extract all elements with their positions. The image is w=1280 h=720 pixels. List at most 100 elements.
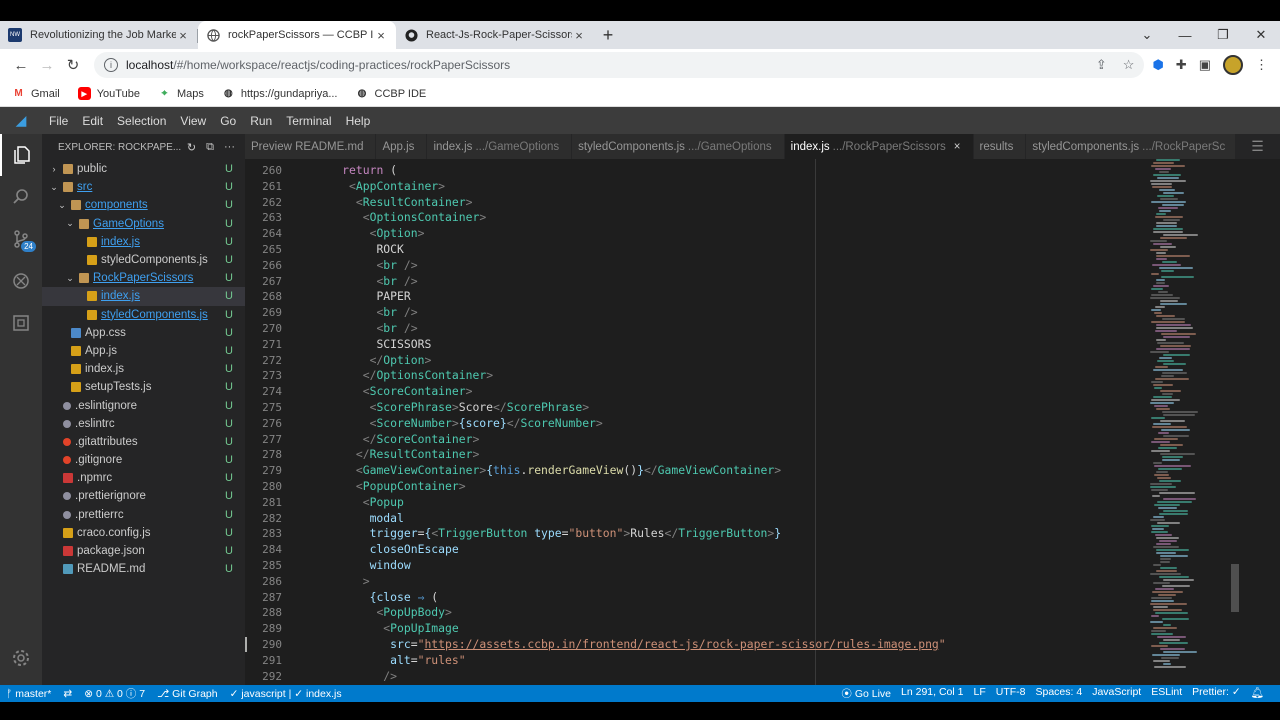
forward-arrow-icon[interactable]: → xyxy=(34,57,60,74)
code-line[interactable]: </ScoreContainer> xyxy=(301,432,1235,448)
language-check[interactable]: ✓ javascript | ✓ index.js xyxy=(230,688,342,700)
restore-window-icon[interactable]: ❐ xyxy=(1204,27,1242,43)
code-editor[interactable]: 260 261 262 263 264 265 266 267 268 269 270 271 272 2… xyxy=(245,159,1235,685)
tree-item[interactable]: .eslintignore U xyxy=(42,396,245,414)
address-bar[interactable]: i localhost/#/home/workspace/reactjs/cod… xyxy=(94,52,1145,78)
code-line[interactable]: /> xyxy=(301,669,1235,685)
tree-item[interactable]: .prettierignore U xyxy=(42,487,245,505)
browser-tab-github[interactable]: React-Js-Rock-Paper-Scissors/Ap × xyxy=(396,21,594,49)
code-line[interactable]: closeOnEscape xyxy=(301,542,1235,558)
editor-scrollbar[interactable] xyxy=(1230,159,1240,685)
eslint-status[interactable]: ESLint xyxy=(1151,686,1182,701)
chrome-menu-icon[interactable]: ⋮ xyxy=(1255,57,1268,73)
code-line[interactable]: <OptionsContainer> xyxy=(301,210,1235,226)
sync-icon[interactable]: ⇄ xyxy=(63,688,72,700)
close-tab-icon[interactable]: × xyxy=(176,28,190,43)
split-layout-icon[interactable]: ☰ xyxy=(1235,134,1280,159)
extension-icon[interactable]: ⬢ xyxy=(1152,57,1163,73)
code-line[interactable]: src= "https://assets.ccbp.in/frontend/rea… xyxy=(245,636,1235,653)
bookmark-gundapriya[interactable]: ◍ https://gundapriya... xyxy=(222,87,338,100)
extensions-puzzle-icon[interactable]: ✚ xyxy=(1176,57,1187,73)
code-line[interactable]: <ScorePhrase>Score</ScorePhrase> xyxy=(301,400,1235,416)
code-line[interactable]: <br /> xyxy=(301,305,1235,321)
scrollbar-thumb[interactable] xyxy=(1231,564,1239,612)
code-line[interactable]: <ResultContainer> xyxy=(301,195,1235,211)
tree-item[interactable]: .prettierrc U xyxy=(42,506,245,524)
file-encoding[interactable]: UTF-8 xyxy=(996,686,1026,701)
tree-item[interactable]: .gitattributes U xyxy=(42,433,245,451)
line-ending[interactable]: LF xyxy=(973,686,985,701)
problems-indicator[interactable]: ⊗ 0 ⚠ 0 ⓘ 7 xyxy=(84,686,145,701)
tree-item[interactable]: index.js U xyxy=(42,233,245,251)
tree-item[interactable]: styledComponents.js U xyxy=(42,251,245,269)
code-line[interactable]: {close ⇒ ( xyxy=(301,590,1235,606)
code-line[interactable]: <br /> xyxy=(301,274,1235,290)
more-actions-icon[interactable]: ··· xyxy=(224,141,235,154)
code-line[interactable]: <GameViewContainer>{this.renderGameView(… xyxy=(301,463,1235,479)
share-icon[interactable]: ⇪ xyxy=(1096,57,1107,73)
profile-avatar[interactable] xyxy=(1223,55,1243,75)
code-line[interactable]: trigger={<TriggerButton type="button">Ru… xyxy=(301,526,1235,542)
reload-icon[interactable]: ↻ xyxy=(60,56,86,74)
git-graph-button[interactable]: ⎇ Git Graph xyxy=(157,688,218,700)
site-info-icon[interactable]: i xyxy=(104,58,118,72)
code-line[interactable]: <PopupContainer> xyxy=(301,479,1235,495)
go-live-button[interactable]: ⦿ Go Live xyxy=(841,686,891,701)
code-line[interactable]: </OptionsContainer> xyxy=(301,368,1235,384)
editor-tab[interactable]: App.js xyxy=(376,134,428,159)
side-panel-icon[interactable]: ▣ xyxy=(1199,57,1211,73)
search-icon[interactable] xyxy=(0,176,42,218)
code-line[interactable]: <AppContainer> xyxy=(301,179,1235,195)
back-arrow-icon[interactable]: ← xyxy=(8,57,34,74)
code-line[interactable]: modal xyxy=(301,511,1235,527)
tree-item[interactable]: .eslintrc U xyxy=(42,415,245,433)
tree-item[interactable]: index.js U xyxy=(42,287,245,306)
menu-help[interactable]: Help xyxy=(339,114,378,128)
code-line[interactable]: </ResultContainer> xyxy=(301,447,1235,463)
close-tab-icon[interactable]: × xyxy=(374,28,388,43)
tree-item[interactable]: › public U xyxy=(42,160,245,178)
close-tab-icon[interactable]: × xyxy=(572,28,586,43)
new-tab-button[interactable]: + xyxy=(594,21,622,49)
editor-tab[interactable]: Preview README.md xyxy=(245,134,377,159)
menu-edit[interactable]: Edit xyxy=(75,114,110,128)
code-line[interactable]: return ( xyxy=(301,163,1235,179)
run-debug-icon[interactable] xyxy=(0,260,42,302)
chevron-down-icon[interactable]: ⌄ xyxy=(64,273,76,284)
bookmark-maps[interactable]: ⌖ Maps xyxy=(158,87,204,100)
code-line[interactable]: window xyxy=(301,558,1235,574)
minimap[interactable] xyxy=(1150,159,1230,685)
chevron-down-icon[interactable]: ⌄ xyxy=(48,182,60,193)
settings-gear-icon[interactable] xyxy=(0,637,42,679)
code-line[interactable]: <ScoreContainer> xyxy=(301,384,1235,400)
prettier-status[interactable]: Prettier: ✓ xyxy=(1192,686,1240,701)
tree-item[interactable]: ⌄ GameOptions U xyxy=(42,215,245,233)
code-line[interactable]: <br /> xyxy=(301,321,1235,337)
tree-item[interactable]: craco.config.js U xyxy=(42,524,245,542)
bookmark-ccbp-ide[interactable]: ◍ CCBP IDE xyxy=(356,87,427,100)
minimize-window-icon[interactable]: — xyxy=(1166,28,1204,43)
tree-item[interactable]: ⌄ RockPaperScissors U xyxy=(42,269,245,287)
chevron-down-icon[interactable]: ⌄ xyxy=(64,218,76,229)
language-mode[interactable]: JavaScript xyxy=(1092,686,1141,701)
tab-search-icon[interactable]: ⌄ xyxy=(1128,27,1166,43)
indentation[interactable]: Spaces: 4 xyxy=(1036,686,1083,701)
tree-item[interactable]: package.json U xyxy=(42,542,245,560)
tree-item[interactable]: index.js U xyxy=(42,360,245,378)
code-line[interactable]: <br /> xyxy=(301,258,1235,274)
tree-item[interactable]: styledComponents.js U xyxy=(42,306,245,324)
explorer-files-icon[interactable] xyxy=(0,134,42,176)
source-control-icon[interactable]: 24 xyxy=(0,218,42,260)
code-line[interactable]: > xyxy=(301,574,1235,590)
menu-run[interactable]: Run xyxy=(243,114,279,128)
code-line[interactable]: SCISSORS xyxy=(301,337,1235,353)
cursor-position[interactable]: Ln 291, Col 1 xyxy=(901,686,963,701)
close-tab-icon[interactable]: × xyxy=(954,141,961,153)
tree-item[interactable]: .gitignore U xyxy=(42,451,245,469)
code-line[interactable]: <PopUpImage xyxy=(301,621,1235,637)
editor-tab[interactable]: results xyxy=(973,134,1027,159)
browser-tab-job-market[interactable]: NW Revolutionizing the Job Market | × xyxy=(0,21,198,49)
code-line[interactable]: <Option> xyxy=(301,226,1235,242)
bookmark-gmail[interactable]: M Gmail xyxy=(12,87,59,100)
tree-item[interactable]: App.js U xyxy=(42,342,245,360)
